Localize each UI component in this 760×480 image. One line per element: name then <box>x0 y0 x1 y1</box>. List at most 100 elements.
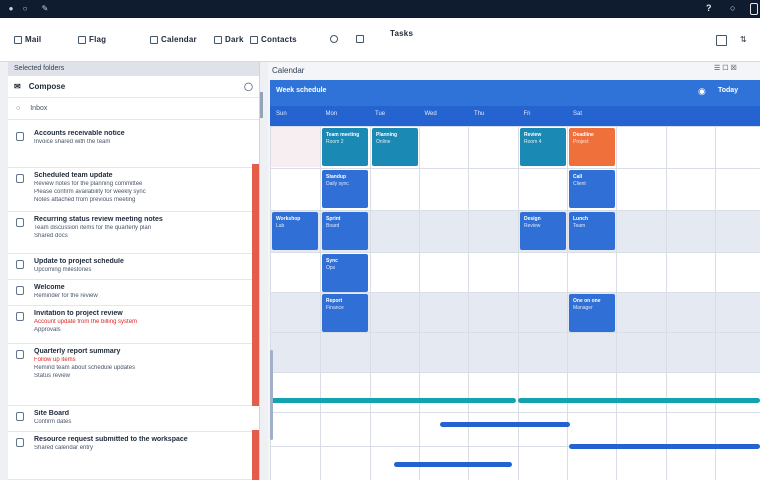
folder-icon <box>150 35 158 44</box>
calendar-event[interactable]: Team meeting Room 2 <box>322 128 368 166</box>
compose-row[interactable]: ✉ Compose ◯ <box>8 76 259 98</box>
timeline-bar[interactable] <box>270 398 516 403</box>
calendar-grid[interactable]: Team meeting Room 2 Planning Online Review Ro… <box>270 126 760 480</box>
day-name-thu: Thu <box>474 111 485 117</box>
grid-col-line <box>616 126 617 480</box>
day-name-sun: Sun <box>276 111 287 117</box>
mail-scrollbar[interactable] <box>260 92 263 118</box>
event-subtitle: Room 2 <box>326 139 344 145</box>
calendar-event[interactable]: Review Room 4 <box>520 128 566 166</box>
toolbar-item-flag[interactable]: Flag <box>78 35 106 44</box>
app-menu-icon[interactable]: ● <box>6 4 16 14</box>
mail-sender: Accounts receivable notice <box>34 130 125 137</box>
grid-col-line <box>419 126 420 480</box>
event-subtitle: Project <box>573 139 589 145</box>
calendar-event[interactable]: Sync Ops <box>322 254 368 292</box>
day-name-sat: Sat <box>573 111 583 117</box>
calendar-event[interactable]: Deadline Project <box>569 128 615 166</box>
calendar-small-button[interactable] <box>356 35 364 43</box>
mail-item[interactable]: Site Board Confirm dates <box>8 406 254 432</box>
event-subtitle: Board <box>326 223 340 229</box>
calendar-event[interactable]: Report Finance <box>322 294 368 332</box>
mail-sender: Welcome <box>34 284 65 291</box>
grid-row-line <box>270 168 760 169</box>
grid-row-line <box>270 292 760 293</box>
event-title: Planning <box>376 132 398 138</box>
day-name-tue: Tue <box>375 111 386 117</box>
event-title: Standup <box>326 174 346 180</box>
mail-preview-line: Remind team about schedule updates <box>34 365 136 371</box>
toolbar-item-contacts[interactable]: Contacts <box>250 35 297 44</box>
today-button[interactable]: Today <box>718 87 738 94</box>
mail-sender: Recurring status review meeting notes <box>34 216 163 223</box>
window-button[interactable] <box>716 35 727 46</box>
day-name-mon: Mon <box>325 111 338 117</box>
event-subtitle: Daily sync <box>326 181 349 187</box>
mail-panel: Selected folders ✉ Compose ◯ ○ Inbox Acc… <box>8 62 263 480</box>
calendar-event[interactable]: Standup Daily sync <box>322 170 368 208</box>
search-row[interactable]: ○ Inbox <box>8 98 259 120</box>
event-subtitle: Ops <box>326 265 336 271</box>
mail-item[interactable]: Scheduled team update Review notes for th… <box>8 168 254 212</box>
event-title: One on one <box>573 298 601 304</box>
mail-preview-line: Shared docs <box>34 233 68 239</box>
expand-button[interactable]: ⇅ <box>740 35 747 44</box>
mail-item[interactable]: Resource request submitted to the worksp… <box>8 432 254 480</box>
calendar-scrollbar[interactable] <box>270 350 273 440</box>
calendar-event[interactable]: Sprint Board <box>322 212 368 250</box>
calendar-event[interactable]: Planning Online <box>372 128 418 166</box>
calendar-tools[interactable]: ☰ ☐ ☒ <box>714 64 737 72</box>
today-icon[interactable]: ◉ <box>698 86 706 97</box>
mail-item[interactable]: Invitation to project review Account upda… <box>8 306 254 344</box>
mail-item[interactable]: Quarterly report summary Follow up items R… <box>8 344 254 406</box>
grid-col-line <box>715 126 716 480</box>
event-title: Workshop <box>276 216 301 222</box>
calendar-top-label: Calendar <box>272 66 305 75</box>
toolbar-item-calendar[interactable]: Calendar <box>150 35 197 44</box>
mail-item[interactable]: Recurring status review meeting notes Tea… <box>8 212 254 254</box>
grid-col-line <box>370 126 371 480</box>
notification-icon[interactable]: ○ <box>730 3 735 13</box>
calendar-event[interactable]: Lunch Team <box>569 212 615 250</box>
settings-button[interactable] <box>330 35 338 43</box>
event-title: Design <box>524 216 541 222</box>
timeline-bar[interactable] <box>569 444 760 449</box>
event-subtitle: Manager <box>573 305 593 311</box>
mail-sender: Scheduled team update <box>34 172 113 179</box>
mail-preview-line: Account update from the billing system <box>34 319 138 325</box>
event-title: Report <box>326 298 343 304</box>
toolbar-item-dark[interactable]: Dark <box>214 35 244 44</box>
timeline-bar[interactable] <box>394 462 512 467</box>
calendar-event[interactable]: Workshop Lab <box>272 212 318 250</box>
mail-preview-line: Shared calendar entry <box>34 445 94 451</box>
mail-item[interactable]: Update to project schedule Upcoming miles… <box>8 254 254 280</box>
mail-item[interactable]: Accounts receivable notice Invoice shared… <box>8 126 254 168</box>
mail-item[interactable]: Welcome Reminder for the review <box>8 280 254 306</box>
calendar-event[interactable]: Design Review <box>520 212 566 250</box>
timeline-bar[interactable] <box>440 422 570 427</box>
mail-preview-line: Please confirm availability for weekly s… <box>34 189 146 195</box>
mail-preview-line: Notes attached from previous meeting <box>34 197 136 203</box>
grid-col-line <box>320 126 321 480</box>
event-title: Review <box>524 132 542 138</box>
mail-item-icon <box>16 218 24 227</box>
week-band <box>270 332 760 372</box>
event-subtitle: Team <box>573 223 586 229</box>
event-title: Deadline <box>573 132 594 138</box>
calendar-event[interactable]: One on one Manager <box>569 294 615 332</box>
help-icon[interactable]: ? <box>706 3 712 13</box>
event-title: Team meeting <box>326 132 360 138</box>
device-icon[interactable] <box>750 3 758 15</box>
calendar-event[interactable]: Call Client <box>569 170 615 208</box>
timeline-bar[interactable] <box>518 398 760 403</box>
tasks-button[interactable]: Tasks <box>390 29 413 38</box>
filter-icon[interactable]: ◯ <box>244 82 253 91</box>
today-cell <box>271 127 321 167</box>
toolbar-item-mail[interactable]: Mail <box>14 35 41 44</box>
compose-label: Compose <box>28 82 66 91</box>
event-subtitle: Online <box>376 139 391 145</box>
mail-item-icon <box>16 260 24 269</box>
record-icon[interactable]: ○ <box>20 4 30 14</box>
event-subtitle: Room 4 <box>524 139 542 145</box>
edit-icon[interactable]: ✎ <box>40 4 50 14</box>
